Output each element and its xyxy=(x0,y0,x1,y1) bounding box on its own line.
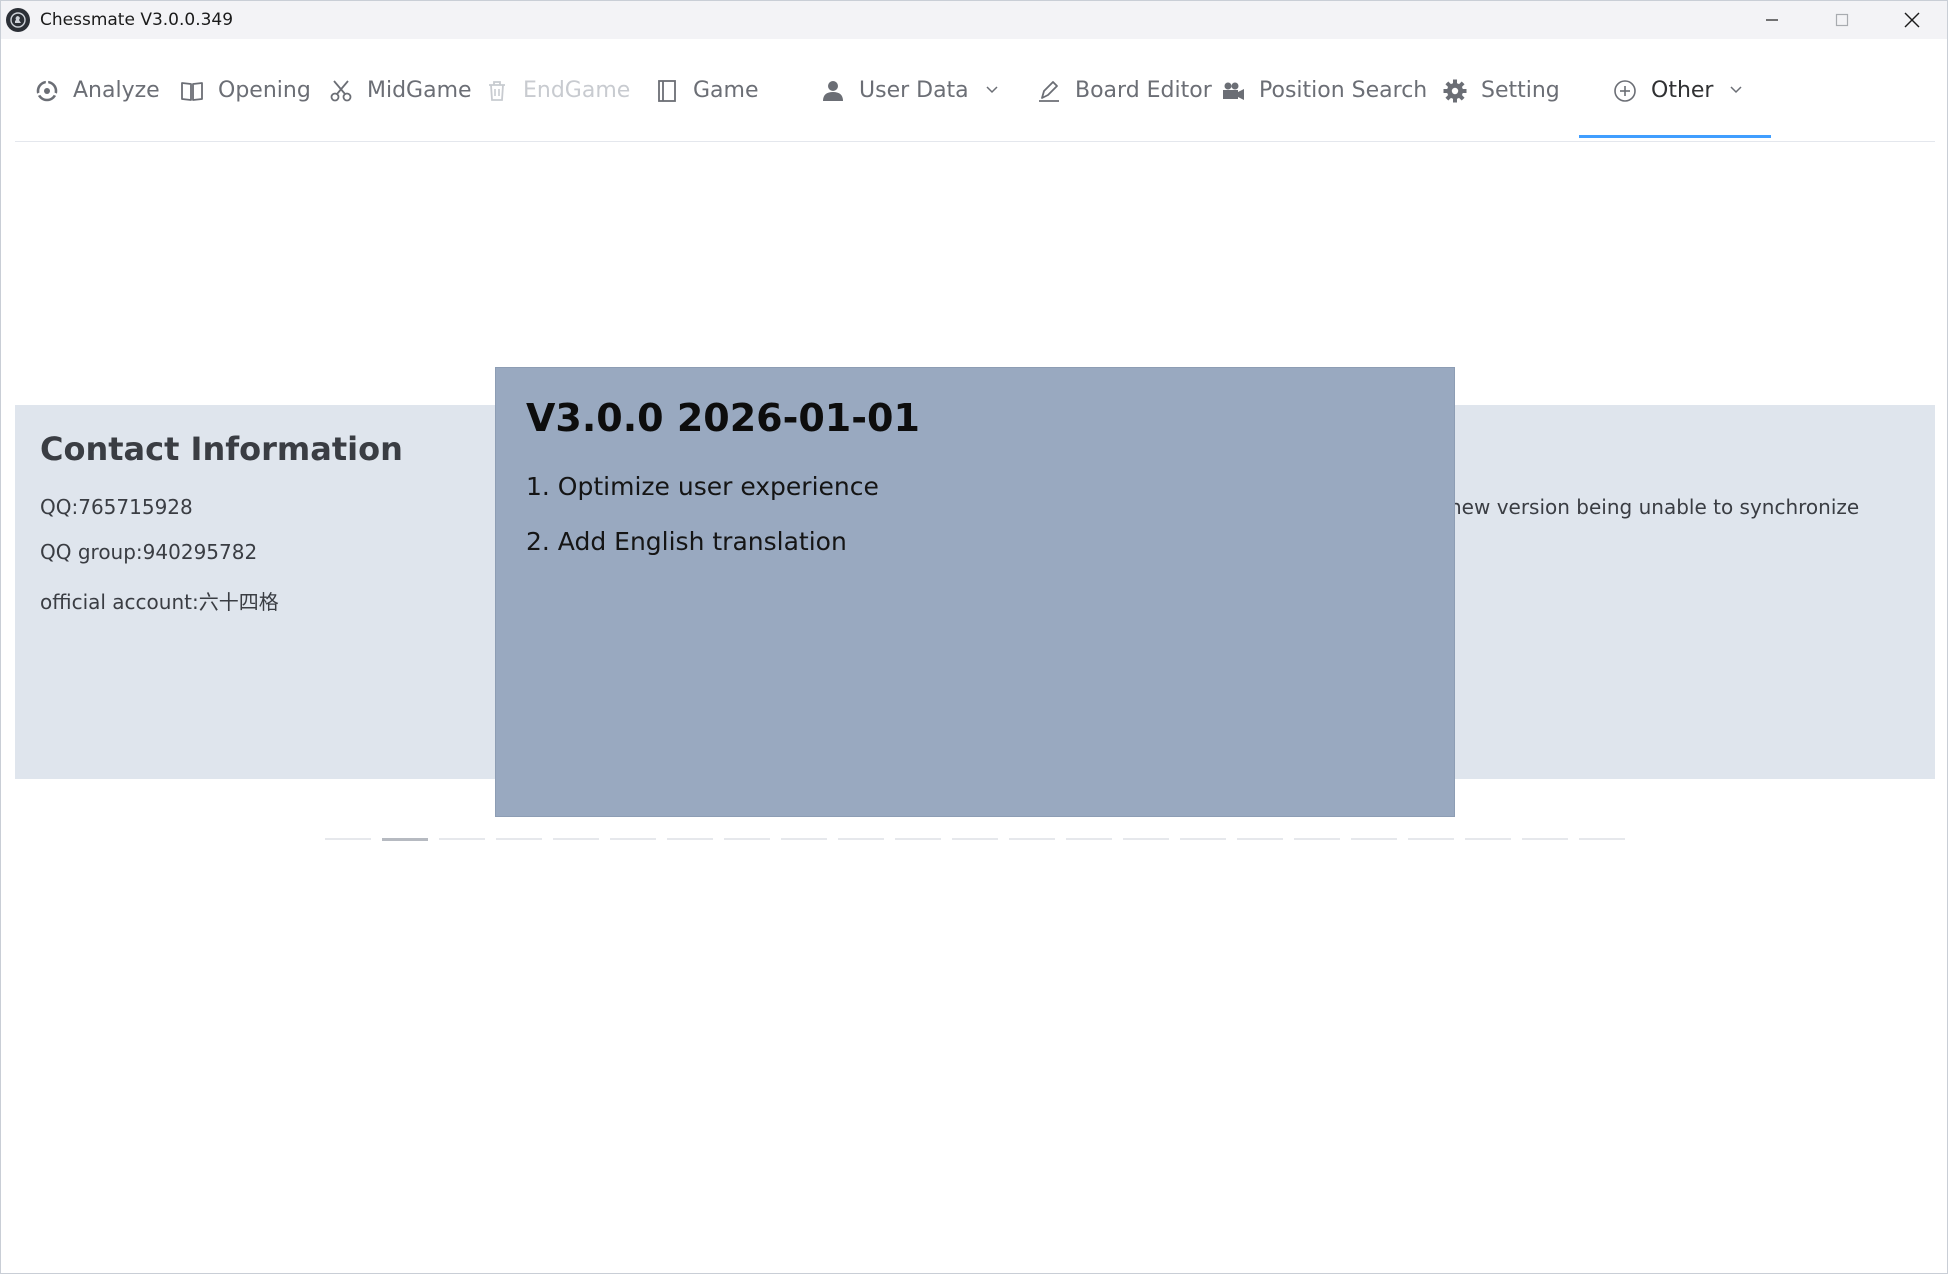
carousel-indicator[interactable] xyxy=(895,838,941,840)
menu-opening-label: Opening xyxy=(218,78,311,103)
carousel-indicator[interactable] xyxy=(382,838,428,841)
maximize-button[interactable] xyxy=(1807,1,1877,39)
menu-position-search-label: Position Search xyxy=(1259,78,1428,103)
carousel-indicator[interactable] xyxy=(439,838,485,840)
main-menu: Analyze Opening MidGame EndGame Game Use… xyxy=(15,39,1935,142)
carousel-indicator[interactable] xyxy=(1066,838,1112,840)
popup-title: V3.0.0 2026-01-01 xyxy=(526,396,920,440)
window-controls xyxy=(1737,1,1947,39)
carousel-indicator[interactable] xyxy=(325,838,371,840)
contact-qq: QQ:765715928 xyxy=(40,495,193,519)
title-bar: Chessmate V3.0.0.349 xyxy=(1,1,1947,39)
contact-title: Contact Information xyxy=(40,430,403,468)
carousel-indicator[interactable] xyxy=(952,838,998,840)
menu-midgame[interactable]: MidGame xyxy=(329,39,472,142)
chevron-down-icon xyxy=(1729,78,1743,103)
gear-icon xyxy=(1443,79,1467,103)
carousel-indicator[interactable] xyxy=(1237,838,1283,840)
menu-endgame-label: EndGame xyxy=(523,78,631,103)
carousel-indicator[interactable] xyxy=(610,838,656,840)
carousel-indicator[interactable] xyxy=(496,838,542,840)
book-icon xyxy=(180,79,204,103)
pencil-icon xyxy=(1037,79,1061,103)
carousel-indicator[interactable] xyxy=(1465,838,1511,840)
popup-line-2: 2. Add English translation xyxy=(526,527,847,556)
menu-user-data[interactable]: User Data xyxy=(821,39,999,142)
menu-board-editor-label: Board Editor xyxy=(1075,78,1212,103)
contact-qq-group: QQ group:940295782 xyxy=(40,540,258,564)
menu-midgame-label: MidGame xyxy=(367,78,472,103)
carousel-indicators xyxy=(325,838,1636,842)
minimize-icon xyxy=(1766,19,1778,21)
menu-analyze-label: Analyze xyxy=(73,78,160,103)
carousel-indicator[interactable] xyxy=(553,838,599,840)
app-window: Chessmate V3.0.0.349 Analyze Opening Mid… xyxy=(0,0,1948,1274)
maximize-icon xyxy=(1835,13,1849,27)
carousel-indicator[interactable] xyxy=(1351,838,1397,840)
popup-line-1: 1. Optimize user experience xyxy=(526,472,879,501)
close-button[interactable] xyxy=(1877,1,1947,39)
carousel-indicator[interactable] xyxy=(781,838,827,840)
menu-game-label: Game xyxy=(693,78,759,103)
scissors-icon xyxy=(329,79,353,103)
menu-other[interactable]: Other xyxy=(1613,39,1743,142)
carousel-indicator[interactable] xyxy=(1123,838,1169,840)
carousel-indicator[interactable] xyxy=(1408,838,1454,840)
menu-board-editor[interactable]: Board Editor xyxy=(1037,39,1212,142)
carousel-indicator[interactable] xyxy=(1180,838,1226,840)
carousel-indicator[interactable] xyxy=(724,838,770,840)
menu-other-label: Other xyxy=(1651,78,1714,103)
menu-position-search[interactable]: Position Search xyxy=(1221,39,1427,142)
close-icon xyxy=(1904,12,1920,28)
menu-game[interactable]: Game xyxy=(655,39,759,142)
plus-circle-icon xyxy=(1613,79,1637,103)
active-tab-indicator xyxy=(1579,135,1771,138)
menu-user-data-label: User Data xyxy=(859,78,969,103)
version-popup: V3.0.0 2026-01-01 1. Optimize user exper… xyxy=(495,367,1455,817)
menu-endgame[interactable]: EndGame xyxy=(485,39,630,142)
carousel-indicator[interactable] xyxy=(838,838,884,840)
app-logo-icon xyxy=(6,8,30,32)
carousel-indicator[interactable] xyxy=(1009,838,1055,840)
minimize-button[interactable] xyxy=(1737,1,1807,39)
carousel-indicator[interactable] xyxy=(1579,838,1625,840)
carousel-indicator[interactable] xyxy=(1522,838,1568,840)
carousel-indicator[interactable] xyxy=(667,838,713,840)
user-icon xyxy=(821,79,845,103)
menu-setting[interactable]: Setting xyxy=(1443,39,1560,142)
update-note-text: new version being unable to synchronize xyxy=(1449,495,1860,519)
menu-analyze[interactable]: Analyze xyxy=(35,39,160,142)
chevron-down-icon xyxy=(985,78,999,103)
menu-opening[interactable]: Opening xyxy=(180,39,311,142)
window-title: Chessmate V3.0.0.349 xyxy=(40,10,234,30)
analyze-icon xyxy=(35,79,59,103)
menu-setting-label: Setting xyxy=(1481,78,1560,103)
notebook-icon xyxy=(655,79,679,103)
camera-icon xyxy=(1221,79,1245,103)
trash-icon xyxy=(485,79,509,103)
carousel-indicator[interactable] xyxy=(1294,838,1340,840)
contact-official-account: official account:六十四格 xyxy=(40,590,279,614)
